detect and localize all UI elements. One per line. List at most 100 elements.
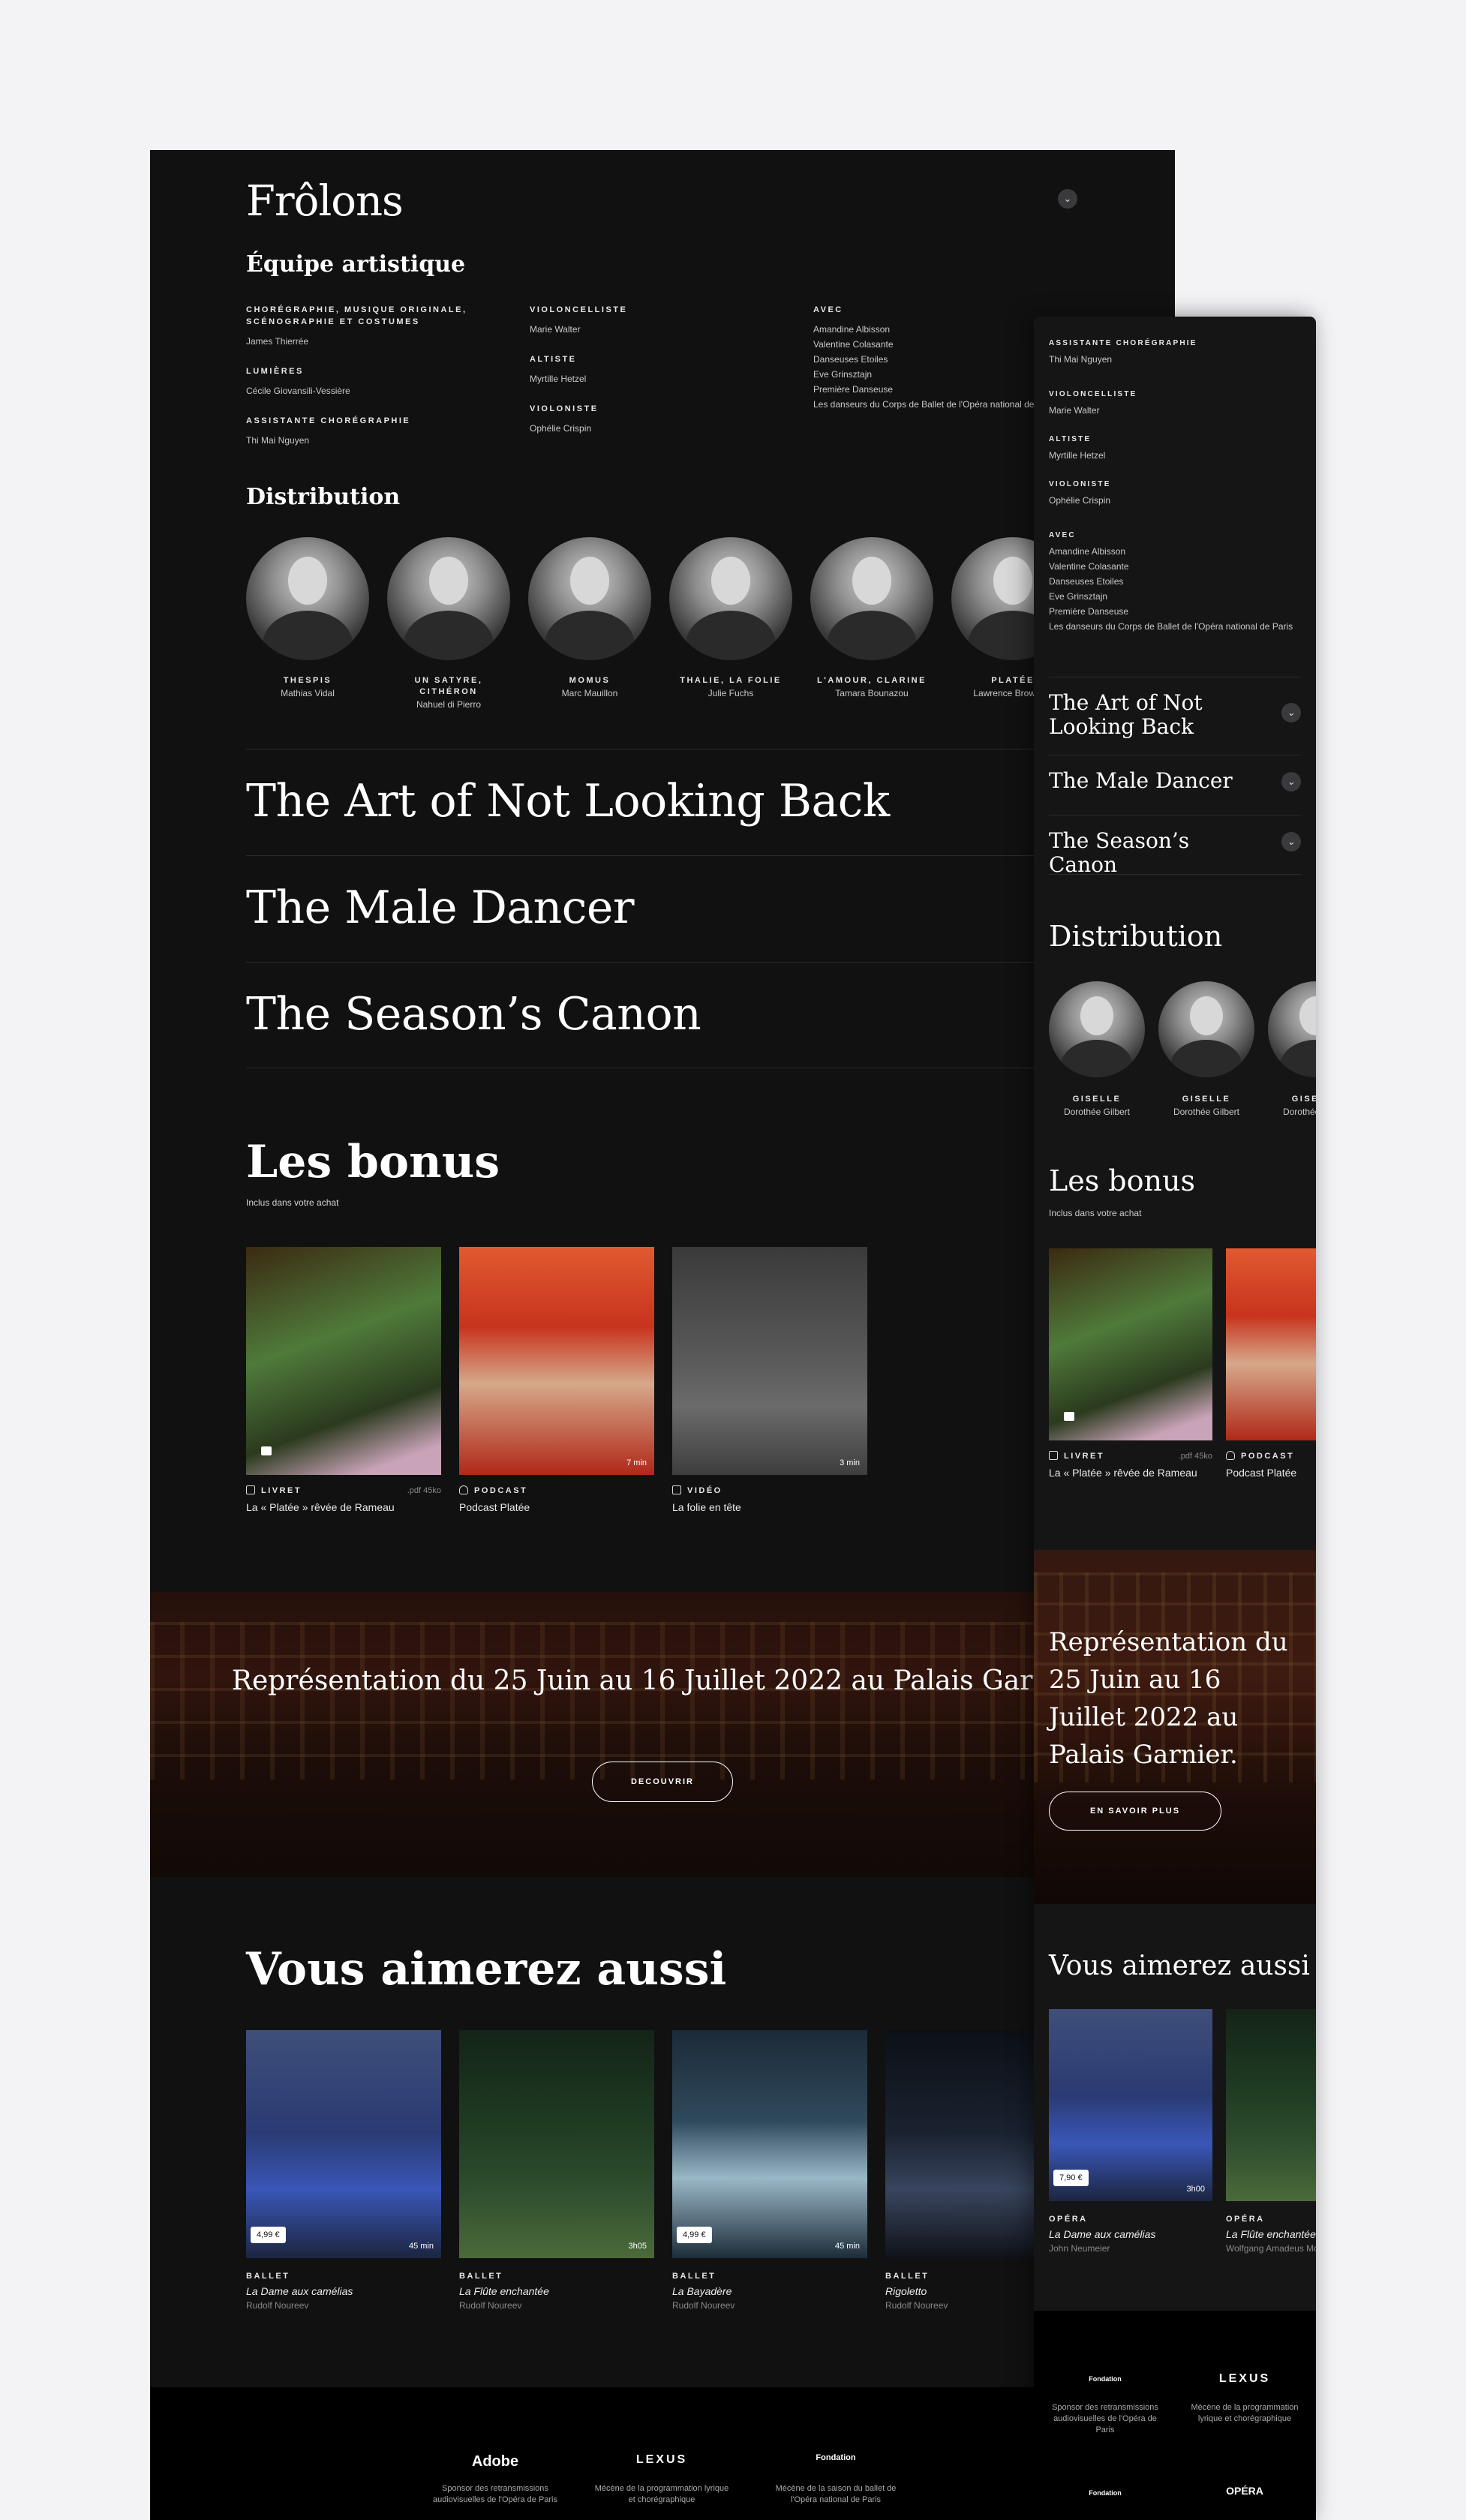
- cast-name: Tamara Bounazou: [835, 688, 909, 698]
- credit-name: Myrtille Hetzel: [530, 374, 587, 384]
- accordion-seasons-canon[interactable]: The Season’s Canon ⌄: [1049, 815, 1301, 877]
- recommendation-thumbnail: 7,90 € 3h00: [1049, 2009, 1212, 2201]
- avatar: [1049, 981, 1145, 1077]
- bonus-subtitle: Inclus dans votre achat: [1049, 1208, 1142, 1218]
- credit-role: Violoniste: [530, 404, 599, 413]
- recommendation-title: La Dame aux camélias: [1049, 2228, 1156, 2240]
- headphones-icon: [1226, 1451, 1235, 1460]
- fondation-logo: Fondation: [816, 2453, 856, 2462]
- duration: 45 min: [834, 2242, 860, 2251]
- recommendation-card[interactable]: 4,99 € 45 min Ballet La Dame aux camélias R…: [246, 2030, 441, 2311]
- cast-role: Giselle: [1291, 1095, 1316, 1104]
- cast-item[interactable]: Momus Marc Mauillon: [528, 537, 651, 711]
- avatar: [1268, 981, 1316, 1077]
- accordion-title: The Art of Not Looking Back: [246, 775, 890, 827]
- fondation-logo: Fondation: [1089, 2375, 1122, 2383]
- bonus-card[interactable]: Livret .pdf 45ko La « Platée » rêvée de R…: [246, 1247, 441, 1513]
- bonus-list: Livret .pdf 45ko La « Platée » rêvée de R…: [1049, 1248, 1316, 1479]
- recommendation-card[interactable]: 7,90 € 3h00 Opéra La Dame aux camélias John…: [1049, 2009, 1212, 2254]
- learn-more-button[interactable]: En savoir plus: [1049, 1792, 1221, 1831]
- cast-role: Un satyre, Cithéron: [414, 676, 483, 696]
- bonus-card[interactable]: 3 min Vidéo La folie en tête: [672, 1247, 867, 1513]
- cast-name: Julie Fuchs: [707, 688, 754, 698]
- cast-role: Giselle: [1072, 1095, 1122, 1104]
- chevron-down-icon: ⌄: [1281, 703, 1301, 722]
- credit-role: Violoncelliste: [530, 305, 628, 314]
- bonus-subtitle: Inclus dans votre achat: [246, 1197, 339, 1208]
- cast-role: Momus: [569, 676, 611, 685]
- category: Ballet: [459, 2272, 503, 2281]
- cast-role: Thespis: [283, 676, 332, 685]
- avatar: [246, 537, 369, 660]
- cast-list: Giselle Dorothée Gilbert Giselle Dorothée …: [1049, 981, 1316, 1119]
- credit-item: Violoniste Ophélie Crispin: [530, 403, 800, 436]
- duration: 7 min: [626, 1458, 647, 1467]
- equipe-title: Équipe artistique: [246, 251, 466, 278]
- collapse-chevron-icon[interactable]: ⌄: [1058, 189, 1077, 209]
- credit-item: Altiste Myrtille Hetzel: [530, 353, 800, 386]
- credit-role: Assistante chorégraphie: [246, 416, 411, 425]
- credit-role: Chorégraphie, musique originale, scénogr…: [246, 305, 467, 326]
- credit-role: Violoncelliste: [1049, 390, 1137, 398]
- bonus-thumbnail: 7 min: [459, 1247, 654, 1475]
- fondation-logo: Fondation: [1089, 2489, 1122, 2497]
- cast-name: Dorothée Gilbert: [1173, 1107, 1240, 1117]
- cast-item[interactable]: L'Amour, Clarine Tamara Bounazou: [810, 537, 933, 711]
- opera-logo: OPÉRA: [1226, 2485, 1263, 2497]
- recommendation-list: 7,90 € 3h00 Opéra La Dame aux camélias John…: [1049, 2009, 1316, 2254]
- cast-name: Dorothée Gilbert: [1282, 1107, 1316, 1117]
- sponsor-caption: Sponsor des retransmissions audiovisuell…: [433, 2484, 557, 2504]
- button-label: En savoir plus: [1089, 1807, 1181, 1816]
- accordion-title: The Art of Not Looking Back: [1049, 690, 1203, 739]
- credit-name: Marie Walter: [530, 324, 581, 335]
- credit-item: Violoncelliste Marie Walter: [530, 304, 800, 337]
- bonus-type: Vidéo: [672, 1485, 722, 1495]
- cast-item[interactable]: Giselle Dorothée Gilbert: [1158, 981, 1254, 1119]
- credit-item: Assistante chorégraphie Thi Mai Nguyen: [246, 415, 516, 448]
- cast-item[interactable]: Giselle Dorothée Gilbert: [1268, 981, 1316, 1119]
- bonus-ext: .pdf 45ko: [1178, 1451, 1212, 1461]
- accordion-title: The Male Dancer: [1049, 768, 1233, 793]
- author: Wolfgang Amadeus Mozart: [1226, 2243, 1316, 2254]
- lock-icon: [261, 1446, 272, 1455]
- cast-item[interactable]: Thespis Mathias Vidal: [246, 537, 369, 711]
- discover-button[interactable]: Decouvrir: [592, 1762, 733, 1802]
- duration: 3h05: [628, 2242, 647, 2251]
- also-title: Vous aimerez aussi: [1049, 1951, 1310, 1981]
- duration: 3h00: [1186, 2185, 1205, 2194]
- banner-text: Représentation du 25 Juin au 16 Juillet …: [231, 1665, 1094, 1696]
- credit-name: Valentine Colasante: [1049, 561, 1129, 572]
- avatar: [1158, 981, 1254, 1077]
- sponsor-caption: Sponsor des retransmissions audiovisuell…: [1052, 2403, 1158, 2434]
- credit-role: Altiste: [1049, 435, 1092, 443]
- category: Ballet: [672, 2272, 716, 2281]
- cast-item[interactable]: Thalie, La Folie Julie Fuchs: [669, 537, 792, 711]
- document-icon: [246, 1485, 255, 1494]
- accordion-art-of-not-looking-back[interactable]: The Art of Not Looking Back ⌄: [1049, 677, 1301, 755]
- bonus-thumbnail: [1049, 1248, 1212, 1440]
- avatar: [528, 537, 651, 660]
- bonus-thumbnail: [246, 1247, 441, 1475]
- credit-name: Thi Mai Nguyen: [246, 435, 310, 446]
- recommendation-title: La Flûte enchantée: [459, 2285, 549, 2297]
- bonus-list: Livret .pdf 45ko La « Platée » rêvée de R…: [246, 1247, 867, 1513]
- category: Opéra: [1226, 2215, 1265, 2224]
- cast-item[interactable]: Un satyre, Cithéron Nahuel di Pierro: [387, 537, 510, 711]
- cast-name: Nahuel di Pierro: [416, 699, 482, 710]
- cast-item[interactable]: Giselle Dorothée Gilbert: [1049, 981, 1145, 1119]
- bonus-title-text: La « Platée » rêvée de Rameau: [1049, 1467, 1197, 1479]
- lexus-logo: LEXUS: [1218, 2372, 1271, 2385]
- sponsor-caption: Mécène de la saison du ballet de l'Opéra…: [775, 2484, 897, 2504]
- accordion-male-dancer[interactable]: The Male Dancer ⌄: [1049, 755, 1301, 815]
- avatar: [669, 537, 792, 660]
- bonus-thumbnail: [1226, 1248, 1316, 1440]
- bonus-card[interactable]: Livret .pdf 45ko La « Platée » rêvée de R…: [1049, 1248, 1212, 1479]
- recommendation-thumbnail: 4,99 € 45 min: [246, 2030, 441, 2258]
- recommendation-card[interactable]: Opéra La Flûte enchantée Wolfgang Amadeus …: [1226, 2009, 1316, 2254]
- recommendation-card[interactable]: 3h05 Ballet La Flûte enchantée Rudolf Nour…: [459, 2030, 654, 2311]
- credits-column-1: Chorégraphie, musique originale, scénogr…: [246, 304, 516, 464]
- bonus-card[interactable]: 7 min Podcast Podcast Platée: [459, 1247, 654, 1513]
- price-badge: 4,99 €: [677, 2227, 712, 2243]
- recommendation-card[interactable]: 4,99 € 45 min Ballet La Bayadère Rudolf Nou…: [672, 2030, 867, 2311]
- bonus-card[interactable]: Podcast Podcast Platée: [1226, 1248, 1316, 1479]
